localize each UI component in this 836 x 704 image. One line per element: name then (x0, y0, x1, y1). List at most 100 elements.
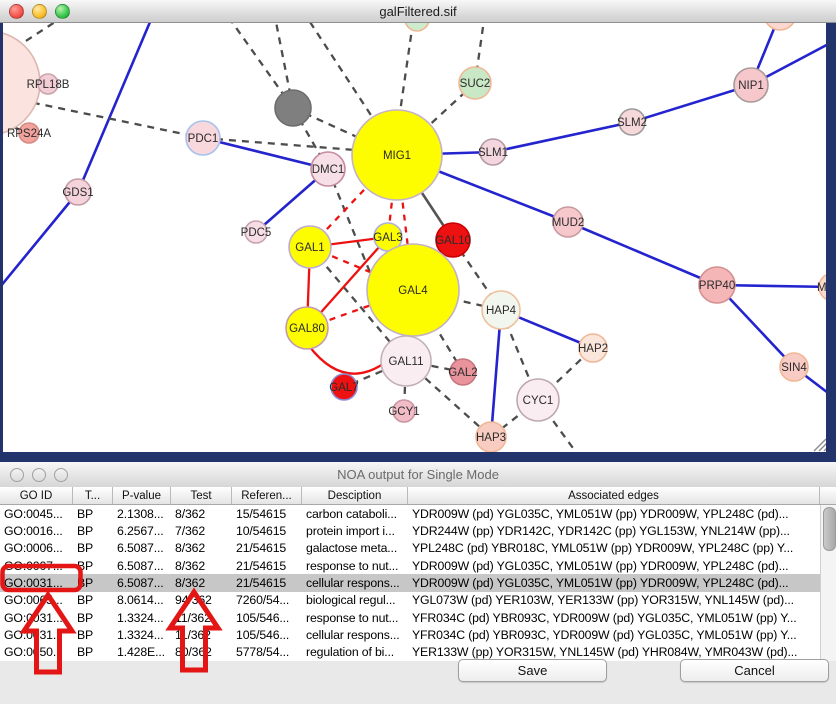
network-node-topGreen[interactable] (405, 22, 429, 31)
network-edge (632, 85, 751, 122)
table-cell: response to nut... (302, 559, 408, 573)
table-cell: cellular respons... (302, 576, 408, 590)
table-row[interactable]: GO:0045...BP2.1308...8/36215/54615carbon… (0, 505, 836, 522)
node-label-GAL7: GAL7 (329, 382, 358, 394)
table-cell: 15/54615 (232, 507, 302, 521)
table-cell: 105/546... (232, 611, 302, 625)
table-header: GO IDT...P-valueTestReferen...Desciption… (0, 487, 836, 505)
network-edge (203, 138, 328, 169)
table-cell: biological regul... (302, 593, 408, 607)
table-row[interactable]: GO:0065...BP8.0614...94/3627260/54...bio… (0, 592, 836, 609)
table-cell: 1.3324... (113, 611, 171, 625)
table-cell: GO:0016... (0, 524, 73, 538)
table-cell: cellular respons... (302, 628, 408, 642)
column-header-associated-edges[interactable]: Associated edges (408, 487, 820, 504)
node-label-CYC1: CYC1 (523, 395, 554, 407)
column-header-p-value[interactable]: P-value (113, 487, 171, 504)
table-cell: GO:0007... (0, 559, 73, 573)
canvas-border-bottom (0, 452, 836, 462)
node-label-SLM2: SLM2 (617, 117, 647, 129)
network-canvas[interactable]: RPL18BRPS24AGDS1PDC1MIG1DMC1SUC2SLM1SLM2… (0, 22, 836, 452)
table-cell: protein import i... (302, 524, 408, 538)
network-edge (493, 122, 632, 152)
table-cell: BP (73, 576, 113, 590)
cancel-button[interactable]: Cancel (680, 659, 829, 682)
table-cell: 8/362 (171, 507, 232, 521)
node-label-GAL1: GAL1 (295, 242, 324, 254)
canvas-border-left (0, 22, 3, 452)
node-label-GAL4: GAL4 (398, 285, 428, 297)
table-cell: response to nut... (302, 611, 408, 625)
table-cell: galactose meta... (302, 541, 408, 555)
table-cell: 6.2567... (113, 524, 171, 538)
node-label-PDC5: PDC5 (241, 227, 272, 239)
table-cell: YPL248C (pd) YBR018C, YML051W (pp) YDR00… (408, 541, 820, 555)
network-edge (568, 222, 717, 285)
table-row[interactable]: GO:0006...BP6.5087...8/36221/54615galact… (0, 540, 836, 557)
canvas-border-right (826, 22, 836, 452)
table-row[interactable]: GO:0031...BP1.3324...11/362105/546...cel… (0, 626, 836, 643)
network-window-titlebar: galFiltered.sif (0, 0, 836, 23)
table-cell: BP (73, 541, 113, 555)
table-cell: 8/362 (171, 559, 232, 573)
node-label-RPS24A: RPS24A (7, 128, 51, 140)
column-header-desciption[interactable]: Desciption (302, 487, 408, 504)
table-cell: 5778/54... (232, 645, 302, 659)
table-cell: 11/362 (171, 611, 232, 625)
network-node-topPink[interactable] (764, 22, 796, 30)
table-cell: BP (73, 611, 113, 625)
table-cell: 8/362 (171, 576, 232, 590)
node-label-GAL3: GAL3 (373, 232, 402, 244)
node-label-NIP1: NIP1 (738, 80, 764, 92)
save-button[interactable]: Save (458, 659, 607, 682)
table-cell: 1.3324... (113, 628, 171, 642)
table-cell: 1.428E... (113, 645, 171, 659)
table-row[interactable]: GO:0031...BP6.5087...8/36221/54615cellul… (0, 574, 836, 591)
node-label-PDC1: PDC1 (188, 133, 219, 145)
node-label-RPL18B: RPL18B (27, 79, 70, 91)
table-cell: BP (73, 593, 113, 607)
table-cell: 21/54615 (232, 541, 302, 555)
table-cell: YFR034C (pd) YBR093C, YDR009W (pd) YGL03… (408, 611, 820, 625)
table-cell: YGL073W (pd) YER103W, YER133W (pp) YOR31… (408, 593, 820, 607)
table-cell: 2.1308... (113, 507, 171, 521)
table-cell: GO:0031... (0, 628, 73, 642)
network-window-title: galFiltered.sif (0, 4, 836, 19)
table-row[interactable]: GO:0031...BP1.3324...11/362105/546...res… (0, 609, 836, 626)
node-label-MUD2: MUD2 (552, 217, 585, 229)
table-cell: 8.0614... (113, 593, 171, 607)
column-header-t-[interactable]: T... (73, 487, 113, 504)
table-cell: YDR009W (pd) YGL035C, YML051W (pp) YDR00… (408, 507, 820, 521)
table-cell: GO:0045... (0, 507, 73, 521)
table-row[interactable]: GO:0007...BP6.5087...8/36221/54615respon… (0, 557, 836, 574)
table-cell: 21/54615 (232, 576, 302, 590)
table-cell: GO:0065... (0, 593, 73, 607)
node-label-GCY1: GCY1 (388, 406, 419, 418)
table-cell: BP (73, 559, 113, 573)
column-header-referen-[interactable]: Referen... (232, 487, 302, 504)
table-scrollbar[interactable] (820, 505, 836, 661)
network-edge (78, 22, 150, 192)
node-label-SIN4: SIN4 (781, 362, 807, 374)
table-cell: 11/362 (171, 628, 232, 642)
table-cell: 94/362 (171, 593, 232, 607)
column-header-go-id[interactable]: GO ID (0, 487, 73, 504)
table-body: GO:0045...BP2.1308...8/36215/54615carbon… (0, 505, 836, 661)
table-cell: 7/362 (171, 524, 232, 538)
table-cell: YDR244W (pp) YDR142C, YDR142C (pp) YGL15… (408, 524, 820, 538)
node-label-HAP4: HAP4 (486, 305, 517, 317)
node-label-SUC2: SUC2 (460, 78, 491, 90)
table-row[interactable]: GO:0016...BP6.2567...7/36210/54615protei… (0, 522, 836, 539)
scrollbar-thumb[interactable] (823, 507, 836, 551)
table-cell: YER133W (pp) YOR315W, YNL145W (pd) YHR08… (408, 645, 820, 659)
node-label-GAL2: GAL2 (448, 367, 477, 379)
table-cell: 6.5087... (113, 541, 171, 555)
table-cell: BP (73, 507, 113, 521)
table-cell: 10/54615 (232, 524, 302, 538)
table-cell: YFR034C (pd) YBR093C, YDR009W (pd) YGL03… (408, 628, 820, 642)
column-header-test[interactable]: Test (171, 487, 232, 504)
network-node-gray1[interactable] (275, 90, 311, 126)
table-cell: 6.5087... (113, 576, 171, 590)
table-cell: regulation of bi... (302, 645, 408, 659)
table-cell: 7260/54... (232, 593, 302, 607)
